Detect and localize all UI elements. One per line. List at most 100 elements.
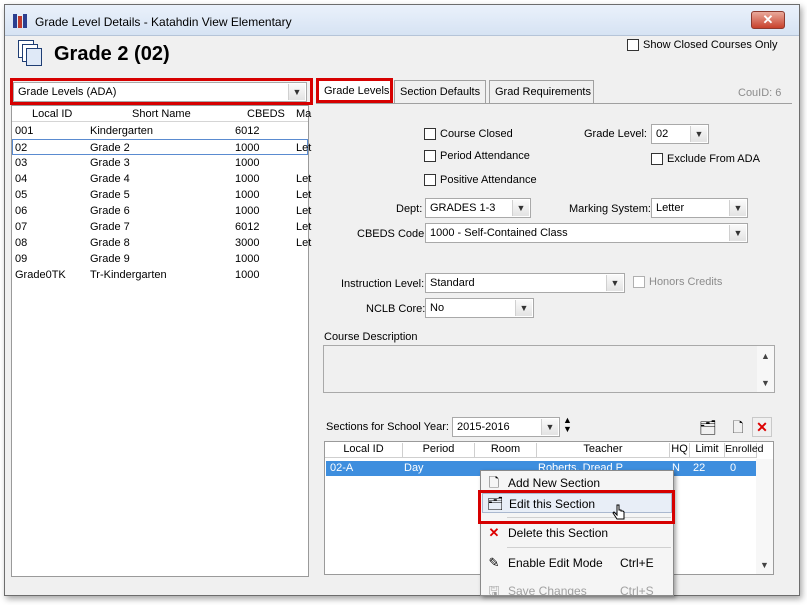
honors-credits-checkbox[interactable]: Honors Credits xyxy=(633,276,722,288)
column-local-id[interactable]: Local ID xyxy=(325,443,403,457)
list-row[interactable]: 08 Grade 8 3000 Let xyxy=(12,235,311,251)
checkbox-box[interactable] xyxy=(651,153,663,165)
list-row[interactable]: 06 Grade 6 1000 Let xyxy=(12,203,312,219)
delete-icon: ✕ xyxy=(488,525,500,540)
course-description-label: Course Description xyxy=(324,331,418,343)
nclb-core-value: No xyxy=(430,302,445,314)
row-short-name: Kindergarten xyxy=(90,125,153,137)
checkbox-box[interactable] xyxy=(627,39,639,51)
column-room[interactable]: Room xyxy=(475,443,537,457)
new-document-icon[interactable]: 🗋 xyxy=(728,417,748,437)
show-closed-courses-checkbox[interactable]: Show Closed Courses Only xyxy=(627,39,778,51)
column-period[interactable]: Period xyxy=(403,443,475,457)
chevron-down-icon[interactable]: ▼ xyxy=(690,126,707,142)
course-closed-checkbox[interactable]: Course Closed xyxy=(424,128,513,140)
dept-value: GRADES 1-3 xyxy=(430,202,496,214)
checkbox-box[interactable] xyxy=(424,150,436,162)
column-local-id[interactable]: Local ID xyxy=(32,108,72,120)
chevron-down-icon[interactable]: ▼ xyxy=(729,200,746,216)
menu-item-delete-this-section[interactable]: ✕ Delete this Section xyxy=(482,523,672,543)
menu-item-label: Delete this Section xyxy=(508,526,609,540)
dept-dropdown[interactable]: GRADES 1-3 ▼ xyxy=(425,198,531,218)
menu-item-label: Enable Edit Mode xyxy=(508,556,603,570)
instruction-level-dropdown[interactable]: Standard ▼ xyxy=(425,273,625,293)
edit-hand-icon: ✎ xyxy=(488,555,500,570)
nclb-core-dropdown[interactable]: No ▼ xyxy=(425,298,534,318)
scroll-down-icon[interactable]: ▼ xyxy=(761,378,770,388)
section-limit: 22 xyxy=(693,462,706,474)
title-bar[interactable]: Grade Level Details - Katahdin View Elem… xyxy=(5,5,799,36)
chevron-down-icon[interactable]: ▼ xyxy=(541,419,558,435)
cbeds-code-dropdown[interactable]: 1000 - Self-Contained Class ▼ xyxy=(425,223,748,243)
section-period: Day xyxy=(404,462,424,474)
list-row[interactable]: 04 Grade 4 1000 Let xyxy=(12,171,311,187)
sections-year-label: Sections for School Year: xyxy=(326,421,449,433)
checkbox-box[interactable] xyxy=(633,276,645,288)
row-cbeds: 1000 xyxy=(235,205,260,217)
chevron-down-icon[interactable]: ▼ xyxy=(606,275,623,291)
row-short-name: Tr-Kindergarten xyxy=(90,269,167,281)
highlight-box-grade-levels-tab xyxy=(316,78,393,103)
show-closed-courses-label: Show Closed Courses Only xyxy=(643,39,778,51)
books-app-icon xyxy=(13,14,29,28)
period-attendance-checkbox[interactable]: Period Attendance xyxy=(424,150,530,162)
list-row-selected[interactable]: 02 Grade 2 1000 Let xyxy=(12,139,311,155)
scroll-up-icon[interactable]: ▲ xyxy=(761,351,770,361)
honors-credits-label: Honors Credits xyxy=(649,276,723,288)
exclude-from-ada-checkbox[interactable]: Exclude From ADA xyxy=(651,153,760,165)
row-short-name: Grade 7 xyxy=(90,221,130,233)
school-year-dropdown[interactable]: 2015-2016 ▼ xyxy=(452,417,560,437)
list-row[interactable]: 05 Grade 5 1000 Let xyxy=(12,187,311,203)
grade-level-list[interactable]: Local ID Short Name CBEDS Ma 001 Kinderg… xyxy=(11,105,312,577)
scroll-down-icon[interactable]: ▼ xyxy=(760,560,769,570)
row-local-id: 07 xyxy=(15,221,28,233)
save-icon: 🖫 xyxy=(488,583,500,596)
chevron-down-icon[interactable]: ▼ xyxy=(512,200,529,216)
delete-icon[interactable]: ✕ xyxy=(752,417,772,437)
column-cbeds[interactable]: CBEDS xyxy=(247,108,285,120)
column-limit[interactable]: Limit xyxy=(690,443,725,457)
chevron-down-icon[interactable]: ▼ xyxy=(729,225,746,241)
course-description-field[interactable]: ▲ ▼ xyxy=(323,345,775,393)
nclb-core-label: NCLB Core: xyxy=(366,303,426,315)
menu-item-save-changes[interactable]: 🖫 Save Changes Ctrl+S xyxy=(482,581,672,596)
grade-level-dropdown[interactable]: 02 ▼ xyxy=(651,124,709,144)
checkbox-box[interactable] xyxy=(424,128,436,140)
year-spinner-icon[interactable]: ▲ ▼ xyxy=(563,416,572,434)
grade-level-value: 02 xyxy=(656,128,669,140)
instruction-level-label: Instruction Level: xyxy=(341,278,425,290)
marking-system-label: Marking System: xyxy=(569,203,651,215)
list-row[interactable]: 001 Kindergarten 6012 xyxy=(12,123,308,139)
list-row[interactable]: 09 Grade 9 1000 xyxy=(12,251,308,267)
tab-section-defaults[interactable]: Section Defaults xyxy=(394,80,486,103)
list-row[interactable]: Grade0TK Tr-Kindergarten 1000 xyxy=(12,267,308,283)
checkbox-box[interactable] xyxy=(424,174,436,186)
tab-grad-requirements[interactable]: Grad Requirements xyxy=(489,80,594,103)
row-short-name: Grade 8 xyxy=(90,237,130,249)
row-ma: Let xyxy=(296,221,312,233)
sections-scrollbar[interactable]: ▼ xyxy=(756,459,773,574)
column-teacher[interactable]: Teacher xyxy=(537,443,670,457)
column-hq[interactable]: HQ xyxy=(670,443,690,457)
row-cbeds: 1000 xyxy=(235,189,260,201)
list-row[interactable]: 03 Grade 3 1000 xyxy=(12,155,308,171)
close-button[interactable]: ✕ xyxy=(751,11,785,29)
marking-system-dropdown[interactable]: Letter ▼ xyxy=(651,198,748,218)
chevron-down-icon[interactable]: ▼ xyxy=(515,300,532,316)
column-enrolled[interactable]: Enrolled xyxy=(725,443,764,457)
description-scrollbar[interactable]: ▲ ▼ xyxy=(757,346,774,392)
column-ma[interactable]: Ma xyxy=(296,108,311,120)
row-ma: Let xyxy=(296,205,312,217)
positive-attendance-checkbox[interactable]: Positive Attendance xyxy=(424,174,537,186)
column-short-name[interactable]: Short Name xyxy=(132,108,191,120)
menu-item-enable-edit-mode[interactable]: ✎ Enable Edit Mode Ctrl+E xyxy=(482,553,672,573)
grade-level-label: Grade Level: xyxy=(584,128,647,140)
section-properties-icon[interactable]: 🗂 xyxy=(698,417,718,437)
row-local-id: 04 xyxy=(15,173,28,185)
window-title: Grade Level Details - Katahdin View Elem… xyxy=(35,15,292,29)
cou-id-label: CouID: 6 xyxy=(738,87,782,99)
list-row[interactable]: 07 Grade 7 6012 Let xyxy=(12,219,312,235)
menu-item-label: Save Changes xyxy=(508,584,587,596)
list-header: Local ID Short Name CBEDS Ma xyxy=(12,106,311,122)
row-short-name: Grade 5 xyxy=(90,189,130,201)
